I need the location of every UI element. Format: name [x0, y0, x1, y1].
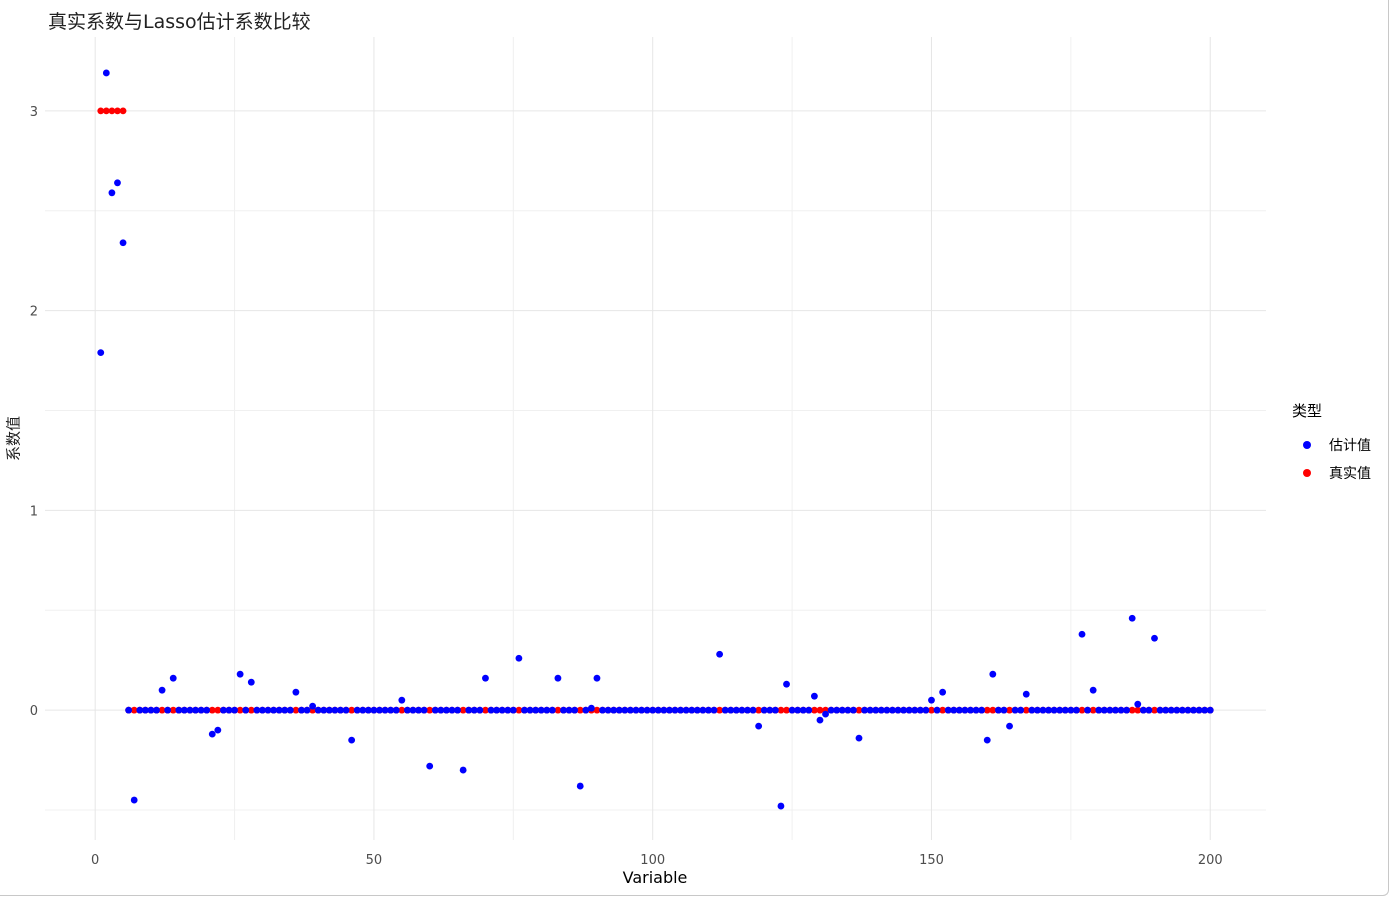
estimate-point [348, 736, 356, 744]
estimate-point [749, 706, 757, 714]
estimate-point [805, 706, 813, 714]
estimate-point [392, 706, 400, 714]
estimate-point [1084, 706, 1091, 714]
estimate-point [108, 189, 116, 197]
estimate-point [420, 706, 428, 714]
estimate-point [1206, 706, 1214, 714]
estimate-point [130, 796, 138, 804]
estimate-point [978, 706, 986, 714]
estimate-point [850, 706, 857, 714]
legend-label-estimate: 估计值 [1329, 438, 1371, 454]
x-tick-label: 0 [91, 853, 99, 868]
estimate-point [1017, 706, 1025, 714]
estimate-point [593, 674, 601, 682]
y-tick-label: 1 [30, 504, 38, 519]
estimate-point [1089, 686, 1097, 694]
estimate-point [939, 688, 947, 696]
estimate-series [97, 69, 1214, 810]
estimate-point [1151, 634, 1158, 642]
estimate-point [247, 678, 255, 686]
estimate-point [476, 706, 484, 714]
estimate-point [710, 706, 718, 714]
x-tick-label: 200 [1198, 853, 1223, 868]
estimate-point [1022, 690, 1030, 698]
estimate-point [169, 674, 177, 682]
x-tick-label: 50 [366, 853, 383, 868]
estimate-point [587, 704, 595, 712]
estimate-point [771, 706, 779, 714]
estimate-point [816, 716, 824, 724]
estimate-point [1078, 630, 1086, 638]
estimate-point [509, 706, 517, 714]
estimate-point [286, 706, 294, 714]
estimate-point [214, 726, 222, 734]
y-tick-label: 0 [30, 704, 38, 719]
estimate-point [783, 680, 790, 688]
estimate-point [153, 706, 160, 714]
estimate-point [158, 686, 166, 694]
estimate-point [554, 674, 562, 682]
estimate-point [309, 702, 317, 710]
axis-tick-labels: 0 50 100 150 200 0 1 2 3 [30, 105, 1223, 868]
estimate-point [303, 706, 311, 714]
estimate-point [231, 706, 238, 714]
x-tick-label: 100 [640, 853, 665, 868]
estimate-point [928, 696, 935, 704]
legend-title: 类型 [1292, 402, 1323, 420]
estimate-point [236, 670, 244, 678]
estimate-point [1128, 614, 1136, 622]
estimate-point [933, 706, 941, 714]
estimate-point [208, 730, 216, 738]
estimate-point [983, 736, 991, 744]
legend: 类型 估计值 真实值 [1292, 400, 1371, 487]
legend-dot-true [1303, 469, 1311, 477]
estimate-point [1134, 700, 1142, 708]
estimate-point [459, 766, 467, 774]
true-value-point [119, 107, 127, 115]
x-axis-label: Variable [622, 868, 688, 887]
estimate-point [164, 706, 172, 714]
legend-item-estimate: 估计值 [1292, 431, 1371, 459]
estimate-point [548, 706, 556, 714]
estimate-point [1073, 706, 1080, 714]
estimate-point [810, 692, 818, 700]
x-tick-label: 150 [919, 853, 944, 868]
estimate-point [822, 710, 829, 718]
estimate-point [777, 802, 785, 810]
estimate-point [482, 674, 489, 682]
scatter-chart: 0 50 100 150 200 0 1 2 3 [30, 37, 1266, 868]
estimate-point [989, 670, 997, 678]
estimate-point [515, 654, 523, 662]
legend-label-true: 真实值 [1329, 466, 1371, 482]
estimate-point [102, 69, 110, 77]
estimate-point [1006, 722, 1013, 730]
estimate-point [571, 706, 579, 714]
estimate-point [922, 706, 930, 714]
y-tick-label: 2 [30, 305, 38, 320]
legend-dot-estimate [1303, 441, 1311, 449]
estimate-point [342, 706, 350, 714]
estimate-point [119, 239, 127, 247]
legend-item-true: 真实值 [1292, 459, 1371, 487]
estimate-point [576, 782, 584, 790]
estimate-point [855, 734, 863, 742]
grid-lines [45, 37, 1266, 840]
y-tick-label: 3 [30, 105, 38, 120]
estimate-point [716, 650, 724, 658]
estimate-point [114, 179, 121, 187]
estimate-point [292, 688, 300, 696]
estimate-point [398, 696, 406, 704]
estimate-point [203, 706, 211, 714]
estimate-point [242, 706, 250, 714]
estimate-point [1145, 706, 1153, 714]
estimate-point [454, 706, 461, 714]
estimate-point [1123, 706, 1131, 714]
estimate-point [426, 762, 434, 770]
y-axis-label: 系数值 [4, 416, 23, 462]
estimate-point [125, 706, 133, 714]
estimate-point [97, 349, 105, 357]
estimate-point [755, 722, 763, 730]
estimate-point [1000, 706, 1008, 714]
